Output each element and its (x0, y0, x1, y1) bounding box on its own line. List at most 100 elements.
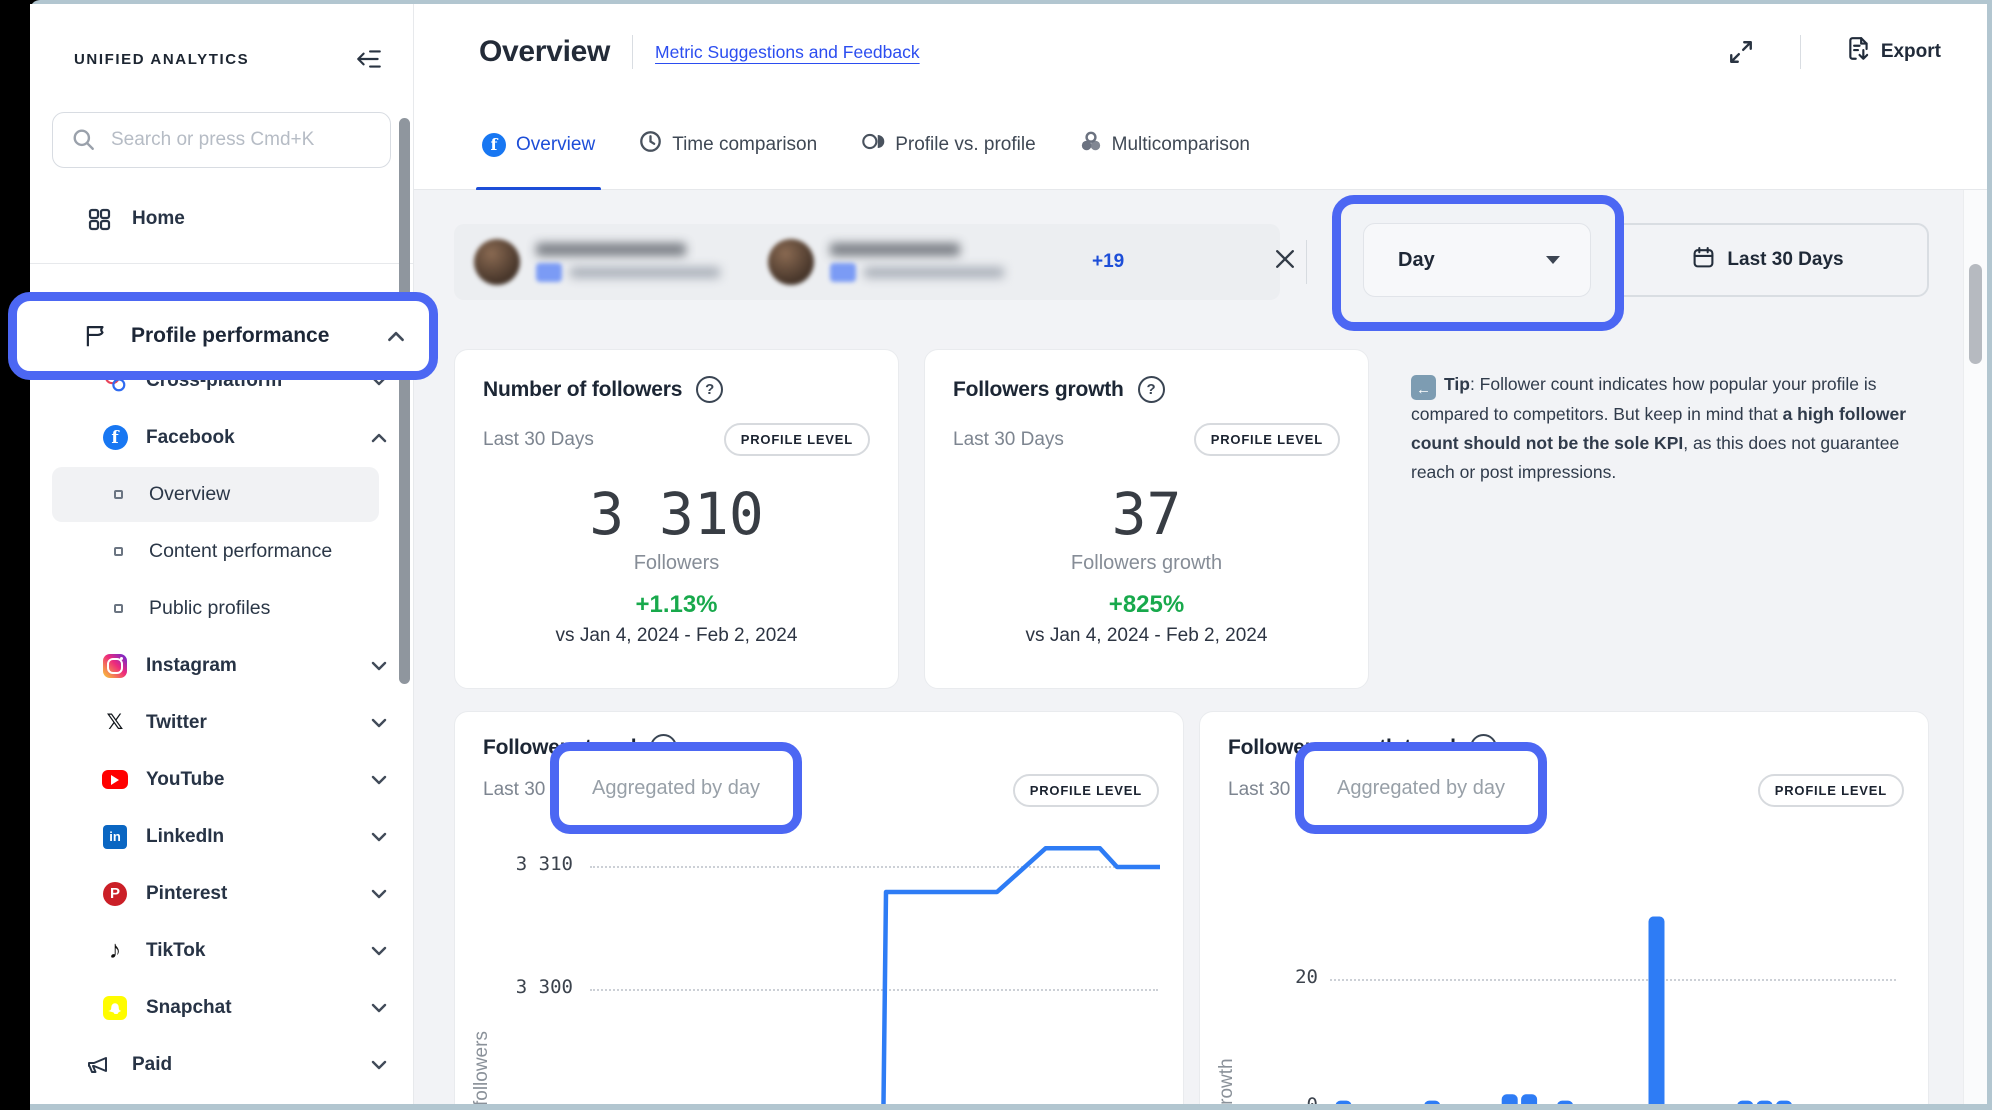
kpi-value: 3 310 (483, 480, 870, 548)
sidebar-item-linkedin[interactable]: in LinkedIn (30, 808, 413, 865)
kpi-delta: +1.13% (483, 591, 870, 619)
calendar-icon (1692, 246, 1715, 275)
sidebar-item-home[interactable]: Home (30, 190, 413, 247)
main-scrollbar-thumb[interactable] (1969, 264, 1982, 364)
caret-down-icon (1546, 256, 1560, 264)
sidebar-item-facebook[interactable]: f Facebook (30, 409, 413, 466)
tab-multicomparison[interactable]: Multicomparison (1080, 100, 1250, 189)
annotation-highlight-aggregated-by-day: Aggregated by day (550, 742, 802, 834)
annotation-highlight-profile-performance: Profile performance (8, 292, 438, 380)
tab-time-comparison[interactable]: Time comparison (639, 100, 817, 189)
sidebar-item-label: Paid (132, 1054, 172, 1076)
sidebar-item-youtube[interactable]: YouTube (30, 751, 413, 808)
chevron-down-icon[interactable] (371, 775, 387, 785)
export-button[interactable]: Export (1847, 36, 1941, 68)
tab-label: Multicomparison (1112, 134, 1250, 156)
chevron-down-icon[interactable] (371, 889, 387, 899)
chevron-down-icon[interactable] (371, 661, 387, 671)
export-label: Export (1881, 41, 1941, 63)
content-area: +19 Day Last 30 Days (414, 190, 1987, 1104)
sidebar-item-facebook-public-profiles[interactable]: Public profiles (52, 581, 379, 636)
chevron-down-icon[interactable] (371, 832, 387, 842)
kpi-comparison-range: vs Jan 4, 2024 - Feb 2, 2024 (483, 625, 870, 647)
collapse-sidebar-icon[interactable] (355, 47, 383, 71)
sidebar-item-label: Facebook (146, 427, 235, 449)
period-label: Last 30 Days (953, 429, 1064, 451)
bullet-icon (114, 547, 123, 556)
sidebar-item-instagram[interactable]: Instagram (30, 637, 413, 694)
sidebar-item-paid[interactable]: Paid (30, 1036, 413, 1093)
kpi-delta: +825% (953, 591, 1340, 619)
page-header: Overview Metric Suggestions and Feedback (414, 4, 1987, 100)
sidebar-item-tiktok[interactable]: ♪ TikTok (30, 922, 413, 979)
help-icon[interactable] (1138, 376, 1165, 403)
search-input[interactable]: Search or press Cmd+K (52, 112, 391, 168)
kpi-unit: Followers (483, 552, 870, 575)
tab-label: Time comparison (672, 134, 817, 156)
tab-profile-vs-profile[interactable]: Profile vs. profile (861, 100, 1035, 189)
pinterest-icon: P (102, 881, 128, 907)
granularity-value: Day (1398, 249, 1435, 272)
main-scrollbar-track[interactable] (1963, 190, 1987, 1104)
chevron-down-icon[interactable] (371, 1060, 387, 1070)
expand-icon[interactable] (1728, 39, 1754, 65)
redacted-profile-text (830, 243, 1004, 282)
sidebar-item-label: Overview (149, 483, 230, 506)
sidebar-item-label: TikTok (146, 940, 205, 962)
multicomparison-icon (1080, 131, 1102, 158)
profile-level-badge: PROFILE LEVEL (1758, 774, 1904, 807)
date-range-button[interactable]: Last 30 Days (1607, 223, 1929, 297)
chevron-up-icon[interactable] (387, 331, 405, 342)
help-icon[interactable] (696, 376, 723, 403)
network-badge (830, 263, 856, 282)
y-axis-tick: 3 310 (493, 853, 573, 875)
twitter-x-icon: 𝕏 (102, 710, 128, 736)
sidebar-item-label: YouTube (146, 769, 224, 791)
followers-growth-bar-chart[interactable] (1330, 842, 1900, 1104)
facebook-icon: f (482, 133, 506, 157)
sidebar-item-facebook-overview[interactable]: Overview (52, 467, 379, 522)
profile-level-badge: PROFILE LEVEL (724, 423, 870, 456)
page-title: Overview (479, 35, 610, 69)
profile-vs-profile-icon (861, 132, 885, 157)
metric-suggestions-link[interactable]: Metric Suggestions and Feedback (655, 42, 920, 63)
followers-trend-card: Followers trend Last 30 Days, PROFILE LE… (454, 711, 1184, 1104)
sidebar-item-profile-performance[interactable]: Profile performance (131, 324, 329, 348)
chevron-down-icon[interactable] (371, 718, 387, 728)
kpi-comparison-range: vs Jan 4, 2024 - Feb 2, 2024 (953, 625, 1340, 647)
search-placeholder: Search or press Cmd+K (111, 129, 314, 151)
granularity-dropdown[interactable]: Day (1363, 223, 1591, 297)
sidebar-item-snapchat[interactable]: Snapchat (30, 979, 413, 1036)
kpi-value: 37 (953, 480, 1340, 548)
sidebar-item-twitter[interactable]: 𝕏 Twitter (30, 694, 413, 751)
chevron-up-icon[interactable] (371, 433, 387, 443)
annotation-highlight-day: Day (1332, 195, 1624, 331)
snapchat-icon (102, 995, 128, 1021)
tab-overview[interactable]: f Overview (482, 100, 595, 189)
chevron-down-icon[interactable] (371, 946, 387, 956)
y-axis-tick: 0 (1240, 1094, 1318, 1104)
bullet-icon (114, 490, 123, 499)
app-logo: UNIFIED ANALYTICS (74, 51, 249, 68)
selected-profiles-bar[interactable]: +19 (454, 224, 1280, 300)
tip-text: ←Tip: Follower count indicates how popul… (1411, 370, 1916, 487)
chevron-down-icon[interactable] (371, 1003, 387, 1013)
sidebar-scrollbar[interactable] (399, 118, 410, 684)
more-profiles-count[interactable]: +19 (1092, 251, 1124, 273)
period-label: Last 30 Days (483, 429, 594, 451)
y-axis-tick: 20 (1240, 966, 1318, 988)
sidebar-item-pinterest[interactable]: P Pinterest (30, 865, 413, 922)
sidebar: UNIFIED ANALYTICS Search or press Cmd+K (30, 4, 414, 1104)
clock-icon (639, 130, 662, 159)
profile-chip-redacted[interactable] (474, 239, 720, 285)
facebook-icon: f (102, 425, 128, 451)
profile-chip-redacted[interactable] (768, 239, 1004, 285)
redacted-profile-text (536, 243, 720, 282)
kpi-card-number-of-followers: Number of followers Last 30 Days PROFILE… (454, 349, 899, 689)
y-axis-title: Followers growth (1216, 1058, 1238, 1104)
followers-trend-line-chart[interactable] (588, 842, 1160, 1104)
y-axis-tick: 3 300 (493, 976, 573, 998)
sidebar-item-label: Instagram (146, 655, 237, 677)
clear-profiles-close-icon[interactable] (1272, 246, 1298, 277)
sidebar-item-facebook-content-performance[interactable]: Content performance (52, 524, 379, 579)
